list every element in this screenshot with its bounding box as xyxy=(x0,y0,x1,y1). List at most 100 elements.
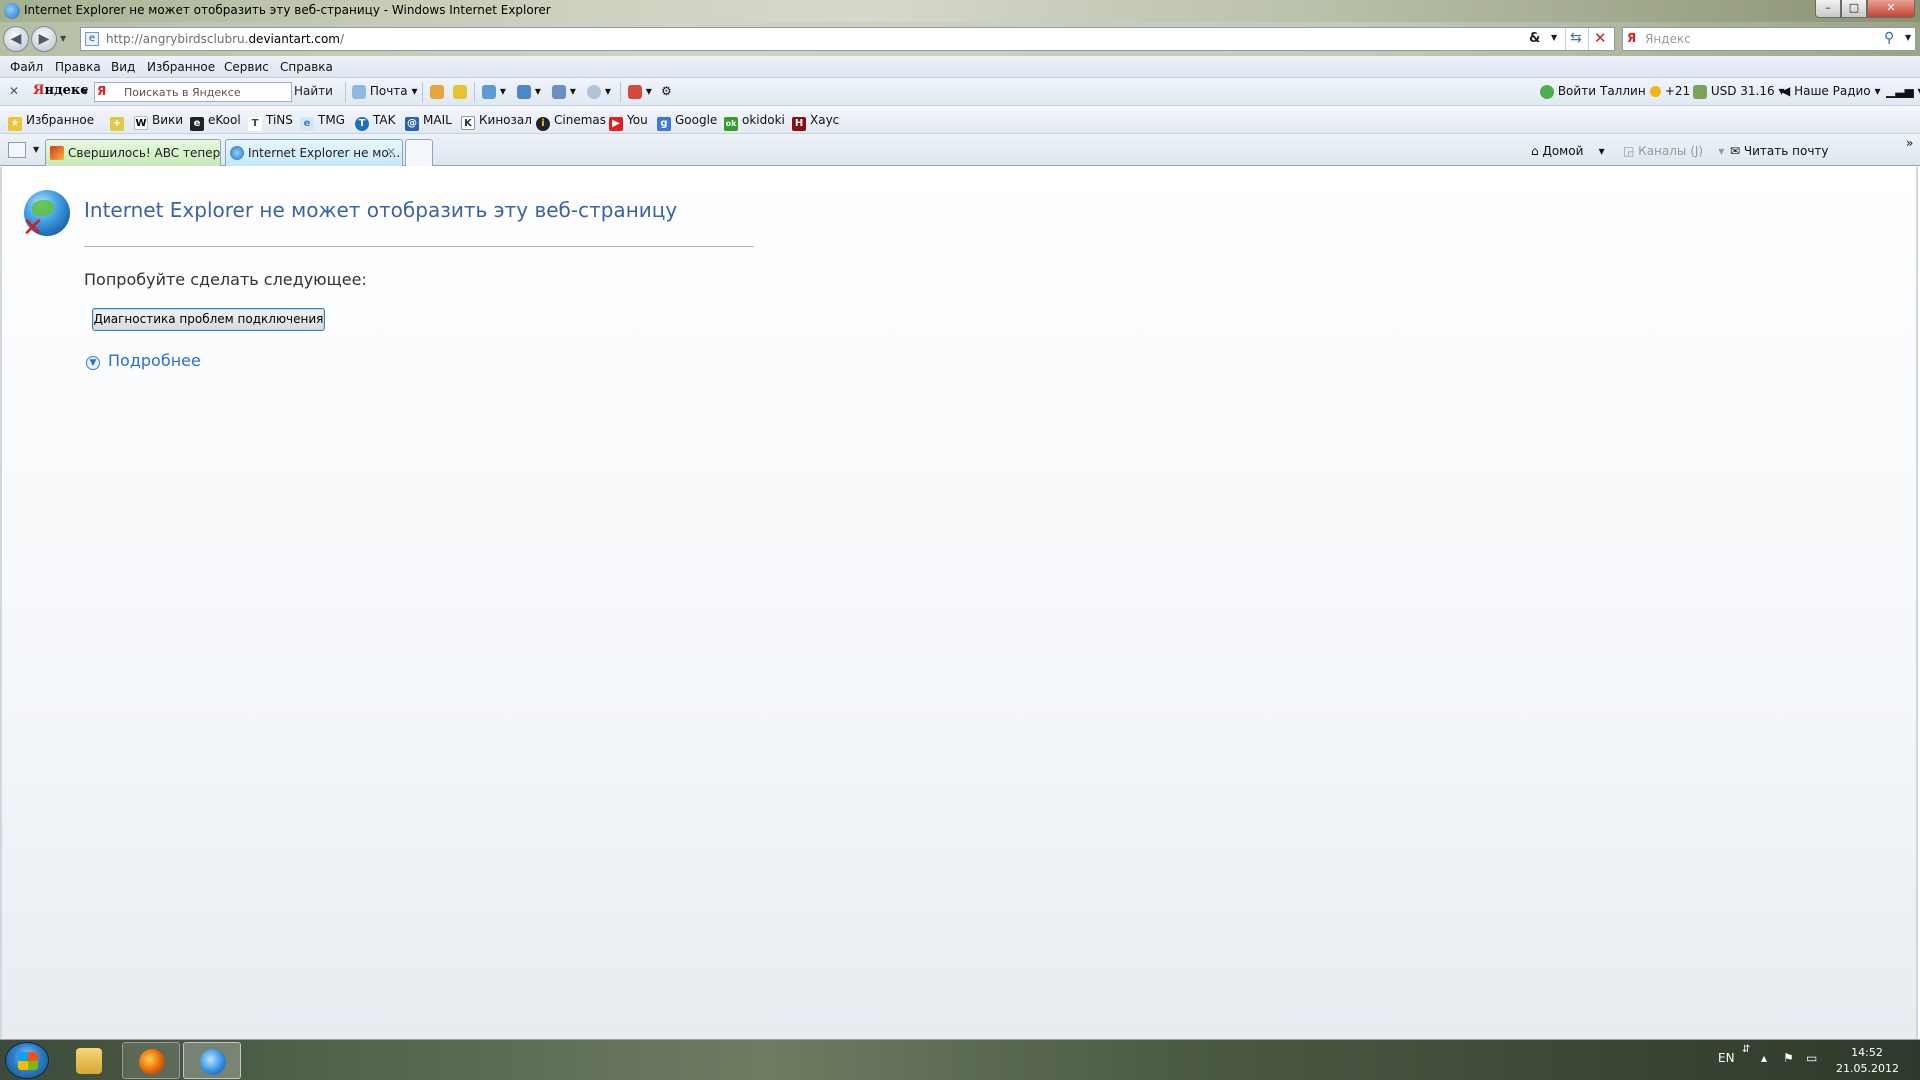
translate-page-button[interactable]: ▾ xyxy=(517,84,541,99)
link-okidoki[interactable]: ok okidoki xyxy=(724,113,785,131)
link-ekool[interactable]: e eKool xyxy=(190,113,241,131)
money-icon xyxy=(1693,84,1707,99)
separator xyxy=(422,82,423,102)
tab-error-page[interactable]: Internet Explorer не мо... ✕ xyxy=(225,139,403,166)
login-icon xyxy=(1540,84,1554,99)
tab-label: Свершилось! ABC теперь... xyxy=(68,146,221,160)
tab-list-dropdown[interactable]: ▼ xyxy=(33,145,39,154)
network-icon[interactable]: ▭ xyxy=(1806,1051,1817,1065)
start-button[interactable] xyxy=(5,1042,49,1079)
show-hidden-icons-icon[interactable]: ▴ xyxy=(1761,1051,1767,1065)
taskbar-internet-explorer[interactable] xyxy=(183,1042,241,1079)
link-cinemas[interactable]: i Cinemas xyxy=(536,113,606,131)
translate-icon xyxy=(430,84,444,99)
action-center-flag-icon[interactable]: ⚑ xyxy=(1783,1051,1794,1065)
system-clock[interactable]: 14:52 21.05.2012 xyxy=(1836,1045,1899,1077)
refresh-icon[interactable]: ⇆ xyxy=(1570,30,1582,46)
yandex-input-icon: Я xyxy=(97,84,107,98)
error-x-icon: ✕ xyxy=(22,213,44,243)
read-mail-button[interactable]: ✉ Читать почту xyxy=(1730,144,1829,158)
menu-edit[interactable]: Правка xyxy=(55,60,101,74)
close-tab-icon[interactable]: ✕ xyxy=(386,145,396,159)
tab-angrybirds[interactable]: Свершилось! ABC теперь... xyxy=(45,139,221,166)
close-toolbar-icon[interactable]: ✕ xyxy=(9,84,19,98)
address-dropdown-icon[interactable]: ▼ xyxy=(1551,33,1557,42)
menu-file[interactable]: Файл xyxy=(10,60,43,74)
signal-button[interactable]: ▁▃▅ ▾ xyxy=(1886,84,1920,98)
mail-icon xyxy=(352,84,366,99)
weather-button[interactable]: +21 xyxy=(1650,84,1690,98)
apps-icon xyxy=(628,84,642,99)
bookmarks-button[interactable] xyxy=(453,84,467,99)
more-commands-chevron-icon[interactable]: » xyxy=(1906,136,1913,150)
grid-icon xyxy=(552,84,566,99)
separator xyxy=(1588,28,1589,50)
link-tmg[interactable]: e TMG xyxy=(300,113,345,131)
minimize-button[interactable]: – xyxy=(1815,0,1841,18)
currency-button[interactable]: USD 31.16 ▾ xyxy=(1693,84,1784,99)
yandex-find-button[interactable]: Найти xyxy=(294,84,333,98)
tins-icon: T xyxy=(248,117,262,131)
link-youtube[interactable]: ▶ You xyxy=(609,113,648,131)
stop-icon[interactable]: ✕ xyxy=(1594,29,1607,47)
back-button[interactable]: ◀ xyxy=(3,26,29,52)
translate-button[interactable] xyxy=(430,84,444,99)
search-options-dropdown[interactable]: ▼ xyxy=(1905,33,1911,42)
new-tab-button[interactable] xyxy=(405,139,433,166)
recent-pages-dropdown[interactable]: ▼ xyxy=(60,34,66,43)
home-button[interactable]: ⌂ Домой ▾ xyxy=(1531,144,1605,158)
visual-bookmarks-button[interactable]: ▾ xyxy=(552,84,576,99)
login-button[interactable]: Войти xyxy=(1540,84,1596,99)
folder-icon xyxy=(76,1048,102,1074)
link-tins[interactable]: T TiNS xyxy=(248,113,293,131)
address-url[interactable]: http://angrybirdsclubru.deviantart.com/ xyxy=(106,32,344,46)
taskbar: EN ⇵ ▴ ⚑ ▭ 14:52 21.05.2012 xyxy=(0,1039,1920,1080)
signal-bars-icon: ▁▃▅ xyxy=(1886,84,1914,98)
link-haus[interactable]: H Хаус xyxy=(792,113,839,131)
link-google[interactable]: g Google xyxy=(657,113,717,131)
feeds-button[interactable]: ◲ Каналы (J) ▾ xyxy=(1623,144,1724,158)
add-to-favorites-button[interactable]: + xyxy=(110,113,128,131)
yandex-mail-button[interactable]: Почта ▾ xyxy=(352,84,417,99)
link-tak[interactable]: T TAK xyxy=(355,113,395,131)
keyboard-layout-icon[interactable]: ⇵ xyxy=(1742,1044,1750,1055)
yandex-search-input[interactable]: Я Поискать в Яндексе xyxy=(94,82,292,102)
kinozal-icon: K xyxy=(461,116,475,130)
close-window-button[interactable]: ✕ xyxy=(1867,0,1915,18)
comments-button[interactable]: ▾ xyxy=(587,84,611,99)
taskbar-firefox[interactable] xyxy=(122,1042,180,1079)
taskbar-explorer[interactable] xyxy=(60,1042,118,1079)
yandex-toolbar: ✕ Яндекс ▼ Я Поискать в Яндексе Найти По… xyxy=(0,78,1920,106)
page-content: ✕ Internet Explorer не может отобразить … xyxy=(0,167,1918,1039)
link-kinozal[interactable]: K Кинозал xyxy=(461,113,532,130)
diagnose-connection-button[interactable]: Диагностика проблем подключения xyxy=(92,308,325,331)
favorites-button[interactable]: ★ Избранное xyxy=(8,113,94,131)
yandex-logo[interactable]: Яндекс xyxy=(33,83,88,98)
yandex-menu-dropdown[interactable]: ▼ xyxy=(82,87,88,96)
favorites-star-icon: ★ xyxy=(8,117,22,131)
error-title: Internet Explorer не может отобразить эт… xyxy=(84,198,678,222)
search-box[interactable]: Я Яндекс ⚲ ▼ xyxy=(1622,27,1916,51)
address-bar[interactable]: e http://angrybirdsclubru.deviantart.com… xyxy=(80,27,1615,51)
settings-button[interactable]: ⚙ xyxy=(661,84,672,98)
link-wiki[interactable]: W Вики xyxy=(134,113,183,130)
firefox-icon xyxy=(139,1049,165,1075)
search-icon[interactable]: ⚲ xyxy=(1884,30,1894,46)
search-input[interactable]: Яндекс xyxy=(1645,32,1691,46)
language-indicator[interactable]: EN xyxy=(1718,1051,1735,1065)
menu-tools[interactable]: Сервис xyxy=(224,60,269,74)
menu-help[interactable]: Справка xyxy=(280,60,333,74)
menu-view[interactable]: Вид xyxy=(111,60,135,74)
spellcheck-button[interactable]: ▾ xyxy=(482,84,506,99)
ie-icon xyxy=(200,1049,226,1075)
city-button[interactable]: Таллин xyxy=(1600,84,1646,98)
radio-button[interactable]: ◀ Наше Радио ▾ xyxy=(1781,84,1881,98)
apps-button[interactable]: ▾ xyxy=(628,84,652,99)
menu-favorites[interactable]: Избранное xyxy=(147,60,215,74)
compatibility-view-icon[interactable]: & xyxy=(1529,31,1540,46)
forward-button[interactable]: ▶ xyxy=(31,26,57,52)
link-mail[interactable]: @ MAIL xyxy=(405,113,452,131)
quick-tabs-button[interactable] xyxy=(8,142,26,158)
maximize-button[interactable]: □ xyxy=(1841,0,1867,18)
more-info-link[interactable]: ▼ Подробнее xyxy=(86,351,201,370)
